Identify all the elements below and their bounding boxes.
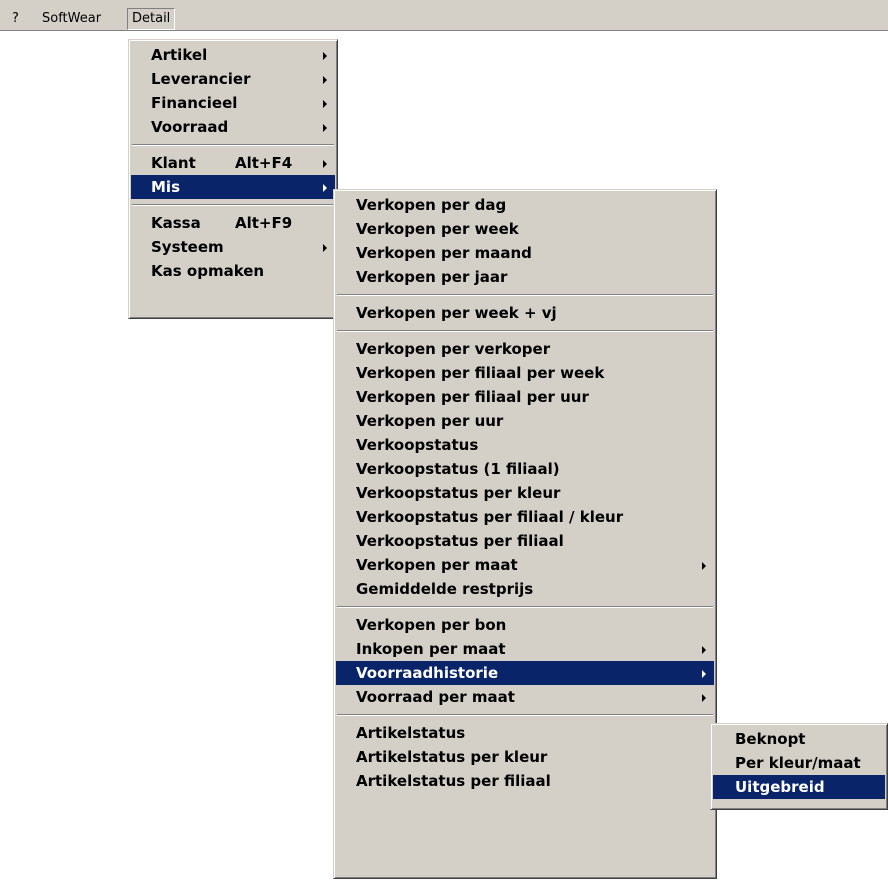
menu-item-label: Voorraadhistorie bbox=[356, 664, 499, 682]
menu-item-mis[interactable]: Mis bbox=[131, 175, 335, 199]
menu-item-verkoopstatus-per-filiaal[interactable]: Verkoopstatus per filiaal bbox=[336, 529, 714, 553]
submenu-arrow-icon bbox=[702, 562, 706, 570]
submenu-arrow-icon bbox=[323, 160, 327, 168]
menu-item-artikel[interactable]: Artikel bbox=[131, 43, 335, 67]
submenu-arrow-icon bbox=[323, 52, 327, 60]
menu-item-uitgebreid[interactable]: Uitgebreid bbox=[713, 775, 885, 799]
menu-item-label: Verkopen per maand bbox=[356, 244, 532, 262]
menu-item-label: Kassa bbox=[151, 214, 201, 232]
menu-item-klant[interactable]: Klant Alt+F4 bbox=[131, 151, 335, 175]
menu-separator bbox=[337, 606, 713, 608]
submenu-arrow-icon bbox=[323, 100, 327, 108]
menu-item-per-kleur-maat[interactable]: Per kleur/maat bbox=[713, 751, 885, 775]
menu-item-label: Verkoopstatus per filiaal / kleur bbox=[356, 508, 624, 526]
menu-item-systeem[interactable]: Systeem bbox=[131, 235, 335, 259]
menu-item-label: Verkoopstatus (1 filiaal) bbox=[356, 460, 560, 478]
menu-item-label: Verkopen per filiaal per uur bbox=[356, 388, 589, 406]
mis-submenu: Verkopen per dag Verkopen per week Verko… bbox=[333, 189, 717, 879]
menu-item-label: Uitgebreid bbox=[735, 778, 825, 796]
menu-item-verkoopstatus[interactable]: Verkoopstatus bbox=[336, 433, 714, 457]
menu-item-verkopen-per-maand[interactable]: Verkopen per maand bbox=[336, 241, 714, 265]
menu-item-accelerator: Alt+F4 bbox=[235, 154, 293, 172]
menu-item-verkopen-per-week[interactable]: Verkopen per week bbox=[336, 217, 714, 241]
menu-item-label: Verkopen per filiaal per week bbox=[356, 364, 605, 382]
menu-separator bbox=[132, 204, 334, 206]
menu-item-label: Verkopen per maat bbox=[356, 556, 518, 574]
submenu-arrow-icon bbox=[323, 244, 327, 252]
menu-item-label: Verkopen per bon bbox=[356, 616, 507, 634]
menu-item-verkopen-per-filiaal-per-uur[interactable]: Verkopen per filiaal per uur bbox=[336, 385, 714, 409]
menu-separator bbox=[337, 294, 713, 296]
menu-detail[interactable]: Detail bbox=[127, 8, 176, 30]
submenu-arrow-icon bbox=[323, 124, 327, 132]
submenu-arrow-icon bbox=[702, 670, 706, 678]
menu-item-label: Verkoopstatus bbox=[356, 436, 479, 454]
detail-menu: Artikel Leverancier Financieel Voorraad … bbox=[128, 39, 338, 319]
menu-item-verkopen-per-maat[interactable]: Verkopen per maat bbox=[336, 553, 714, 577]
menu-item-label: Verkopen per dag bbox=[356, 196, 507, 214]
menu-separator bbox=[337, 330, 713, 332]
menu-item-verkopen-per-filiaal-per-week[interactable]: Verkopen per filiaal per week bbox=[336, 361, 714, 385]
submenu-arrow-icon bbox=[702, 646, 706, 654]
menu-separator bbox=[132, 144, 334, 146]
menu-item-label: Inkopen per maat bbox=[356, 640, 506, 658]
menu-item-voorraad-per-maat[interactable]: Voorraad per maat bbox=[336, 685, 714, 709]
menu-help[interactable]: ? bbox=[8, 9, 23, 29]
menu-item-artikelstatus-per-filiaal[interactable]: Artikelstatus per filiaal bbox=[336, 769, 714, 793]
menu-item-verkopen-per-uur[interactable]: Verkopen per uur bbox=[336, 409, 714, 433]
menu-item-label: Verkoopstatus per filiaal bbox=[356, 532, 564, 550]
menu-item-accelerator: Alt+F9 bbox=[235, 214, 293, 232]
menu-item-verkoopstatus-per-kleur[interactable]: Verkoopstatus per kleur bbox=[336, 481, 714, 505]
menu-item-verkopen-per-jaar[interactable]: Verkopen per jaar bbox=[336, 265, 714, 289]
menu-item-label: Artikelstatus bbox=[356, 724, 466, 742]
menu-item-label: Verkopen per uur bbox=[356, 412, 504, 430]
menu-item-label: Verkoopstatus per kleur bbox=[356, 484, 561, 502]
menu-item-kassa[interactable]: Kassa Alt+F9 bbox=[131, 211, 335, 235]
menu-item-label: Verkopen per jaar bbox=[356, 268, 508, 286]
submenu-arrow-icon bbox=[323, 184, 327, 192]
menu-item-inkopen-per-maat[interactable]: Inkopen per maat bbox=[336, 637, 714, 661]
menu-item-beknopt[interactable]: Beknopt bbox=[713, 727, 885, 751]
menu-item-label: Systeem bbox=[151, 238, 224, 256]
submenu-arrow-icon bbox=[702, 694, 706, 702]
menu-softwear[interactable]: SoftWear bbox=[38, 9, 105, 29]
menu-item-label: Per kleur/maat bbox=[735, 754, 861, 772]
menu-item-label: Financieel bbox=[151, 94, 238, 112]
menu-item-label: Artikelstatus per kleur bbox=[356, 748, 548, 766]
menu-item-voorraadhistorie[interactable]: Voorraadhistorie bbox=[336, 661, 714, 685]
menu-item-kas-opmaken[interactable]: Kas opmaken bbox=[131, 259, 335, 283]
menu-separator bbox=[337, 714, 713, 716]
menu-item-label: Kas opmaken bbox=[151, 262, 265, 280]
menu-item-financieel[interactable]: Financieel bbox=[131, 91, 335, 115]
menu-item-label: Leverancier bbox=[151, 70, 251, 88]
submenu-arrow-icon bbox=[323, 76, 327, 84]
menu-item-label: Gemiddelde restprijs bbox=[356, 580, 534, 598]
menu-item-verkopen-per-week-vj[interactable]: Verkopen per week + vj bbox=[336, 301, 714, 325]
menu-item-verkoopstatus-1-filiaal[interactable]: Verkoopstatus (1 filiaal) bbox=[336, 457, 714, 481]
menu-item-label: Beknopt bbox=[735, 730, 806, 748]
menu-item-label: Verkopen per week + vj bbox=[356, 304, 557, 322]
menu-item-leverancier[interactable]: Leverancier bbox=[131, 67, 335, 91]
menu-item-artikelstatus-per-kleur[interactable]: Artikelstatus per kleur bbox=[336, 745, 714, 769]
menu-item-label: Voorraad per maat bbox=[356, 688, 515, 706]
menu-item-gemiddelde-restprijs[interactable]: Gemiddelde restprijs bbox=[336, 577, 714, 601]
voorraadhistorie-submenu: Beknopt Per kleur/maat Uitgebreid bbox=[710, 723, 888, 810]
menu-item-label: Mis bbox=[151, 178, 180, 196]
menu-item-verkopen-per-verkoper[interactable]: Verkopen per verkoper bbox=[336, 337, 714, 361]
menu-item-artikelstatus[interactable]: Artikelstatus bbox=[336, 721, 714, 745]
menu-item-label: Verkopen per verkoper bbox=[356, 340, 551, 358]
menu-item-verkopen-per-dag[interactable]: Verkopen per dag bbox=[336, 193, 714, 217]
menu-item-verkoopstatus-per-filiaal-kleur[interactable]: Verkoopstatus per filiaal / kleur bbox=[336, 505, 714, 529]
menu-item-label: Artikel bbox=[151, 46, 208, 64]
menu-item-voorraad[interactable]: Voorraad bbox=[131, 115, 335, 139]
menu-bar: ? SoftWear Detail bbox=[0, 0, 888, 31]
menu-item-label: Klant bbox=[151, 154, 196, 172]
menu-item-verkopen-per-bon[interactable]: Verkopen per bon bbox=[336, 613, 714, 637]
menu-item-label: Artikelstatus per filiaal bbox=[356, 772, 551, 790]
menu-item-label: Voorraad bbox=[151, 118, 229, 136]
menu-item-label: Verkopen per week bbox=[356, 220, 519, 238]
